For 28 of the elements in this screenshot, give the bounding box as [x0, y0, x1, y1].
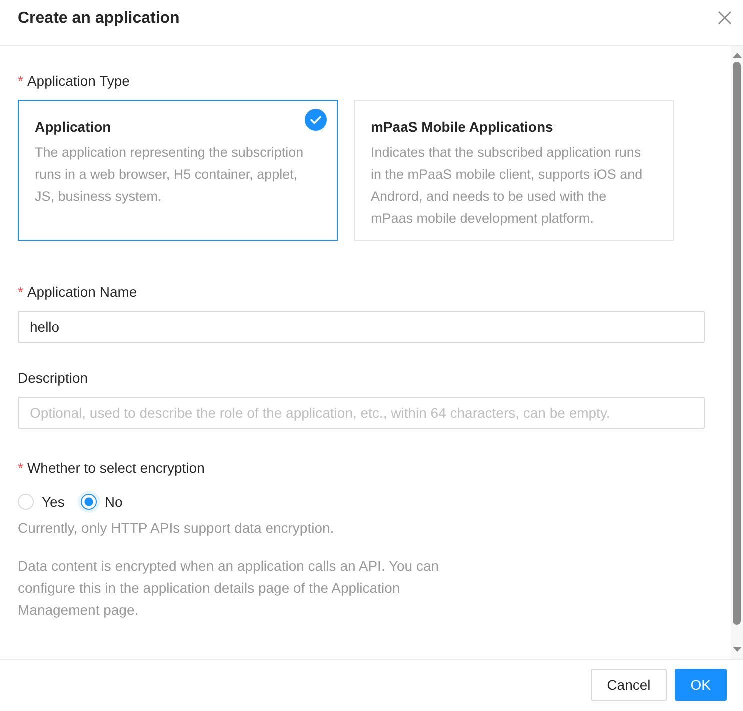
radio-label[interactable]: No: [104, 491, 123, 513]
scroll-up-arrow-icon[interactable]: [732, 53, 742, 58]
required-asterisk: *: [18, 72, 24, 91]
close-button[interactable]: [718, 11, 732, 25]
field-label: Application Type: [27, 72, 130, 91]
dialog-title: Create an application: [18, 8, 180, 28]
field-label: Description: [18, 369, 88, 388]
radio-label[interactable]: Yes: [42, 491, 65, 513]
card-description: The application representing the subscription runs in a web browser, H5 container, applet, JS, business system.: [35, 144, 305, 206]
cancel-button[interactable]: Cancel: [591, 669, 667, 701]
card-title: Application: [35, 118, 112, 137]
note-text: Data content is encrypted when an application calls an API. You can configure this in the application details page of the Application Management page.: [18, 557, 440, 620]
scrollbar-thumb[interactable]: [733, 62, 741, 625]
application-name-input[interactable]: hello: [18, 311, 705, 343]
application-type-card[interactable]: Application The application representing the subscription runs in a web browser, H5 container, applet, JS, business system.: [18, 100, 338, 241]
required-asterisk: *: [18, 459, 24, 478]
radio-button[interactable]: [80, 494, 97, 510]
card-description: Indicates that the subscribed application runs in the mPaaS mobile client, supports iOS and Andrord, and needs to be used with the mPaas mobile development platform.: [371, 144, 644, 228]
application-type-card[interactable]: mPaaS Mobile Applications Indicates that the subscribed application runs in the mPaaS mobile client, supports iOS and Andrord, and needs to be used with the mPaas mobile development platform.: [354, 100, 674, 241]
required-asterisk: *: [18, 283, 24, 302]
check-badge-icon: [305, 109, 327, 131]
field-label: Whether to select encryption: [27, 459, 205, 478]
close-icon: [718, 11, 732, 25]
field-label: Application Name: [27, 283, 138, 302]
help-text: Currently, only HTTP APIs support data encryption.: [18, 519, 336, 538]
scroll-down-arrow-icon[interactable]: [732, 647, 742, 652]
description-input[interactable]: Optional, used to describe the role of the application, etc., within 64 characters, can be empty.: [18, 397, 705, 429]
card-title: mPaaS Mobile Applications: [371, 118, 554, 137]
